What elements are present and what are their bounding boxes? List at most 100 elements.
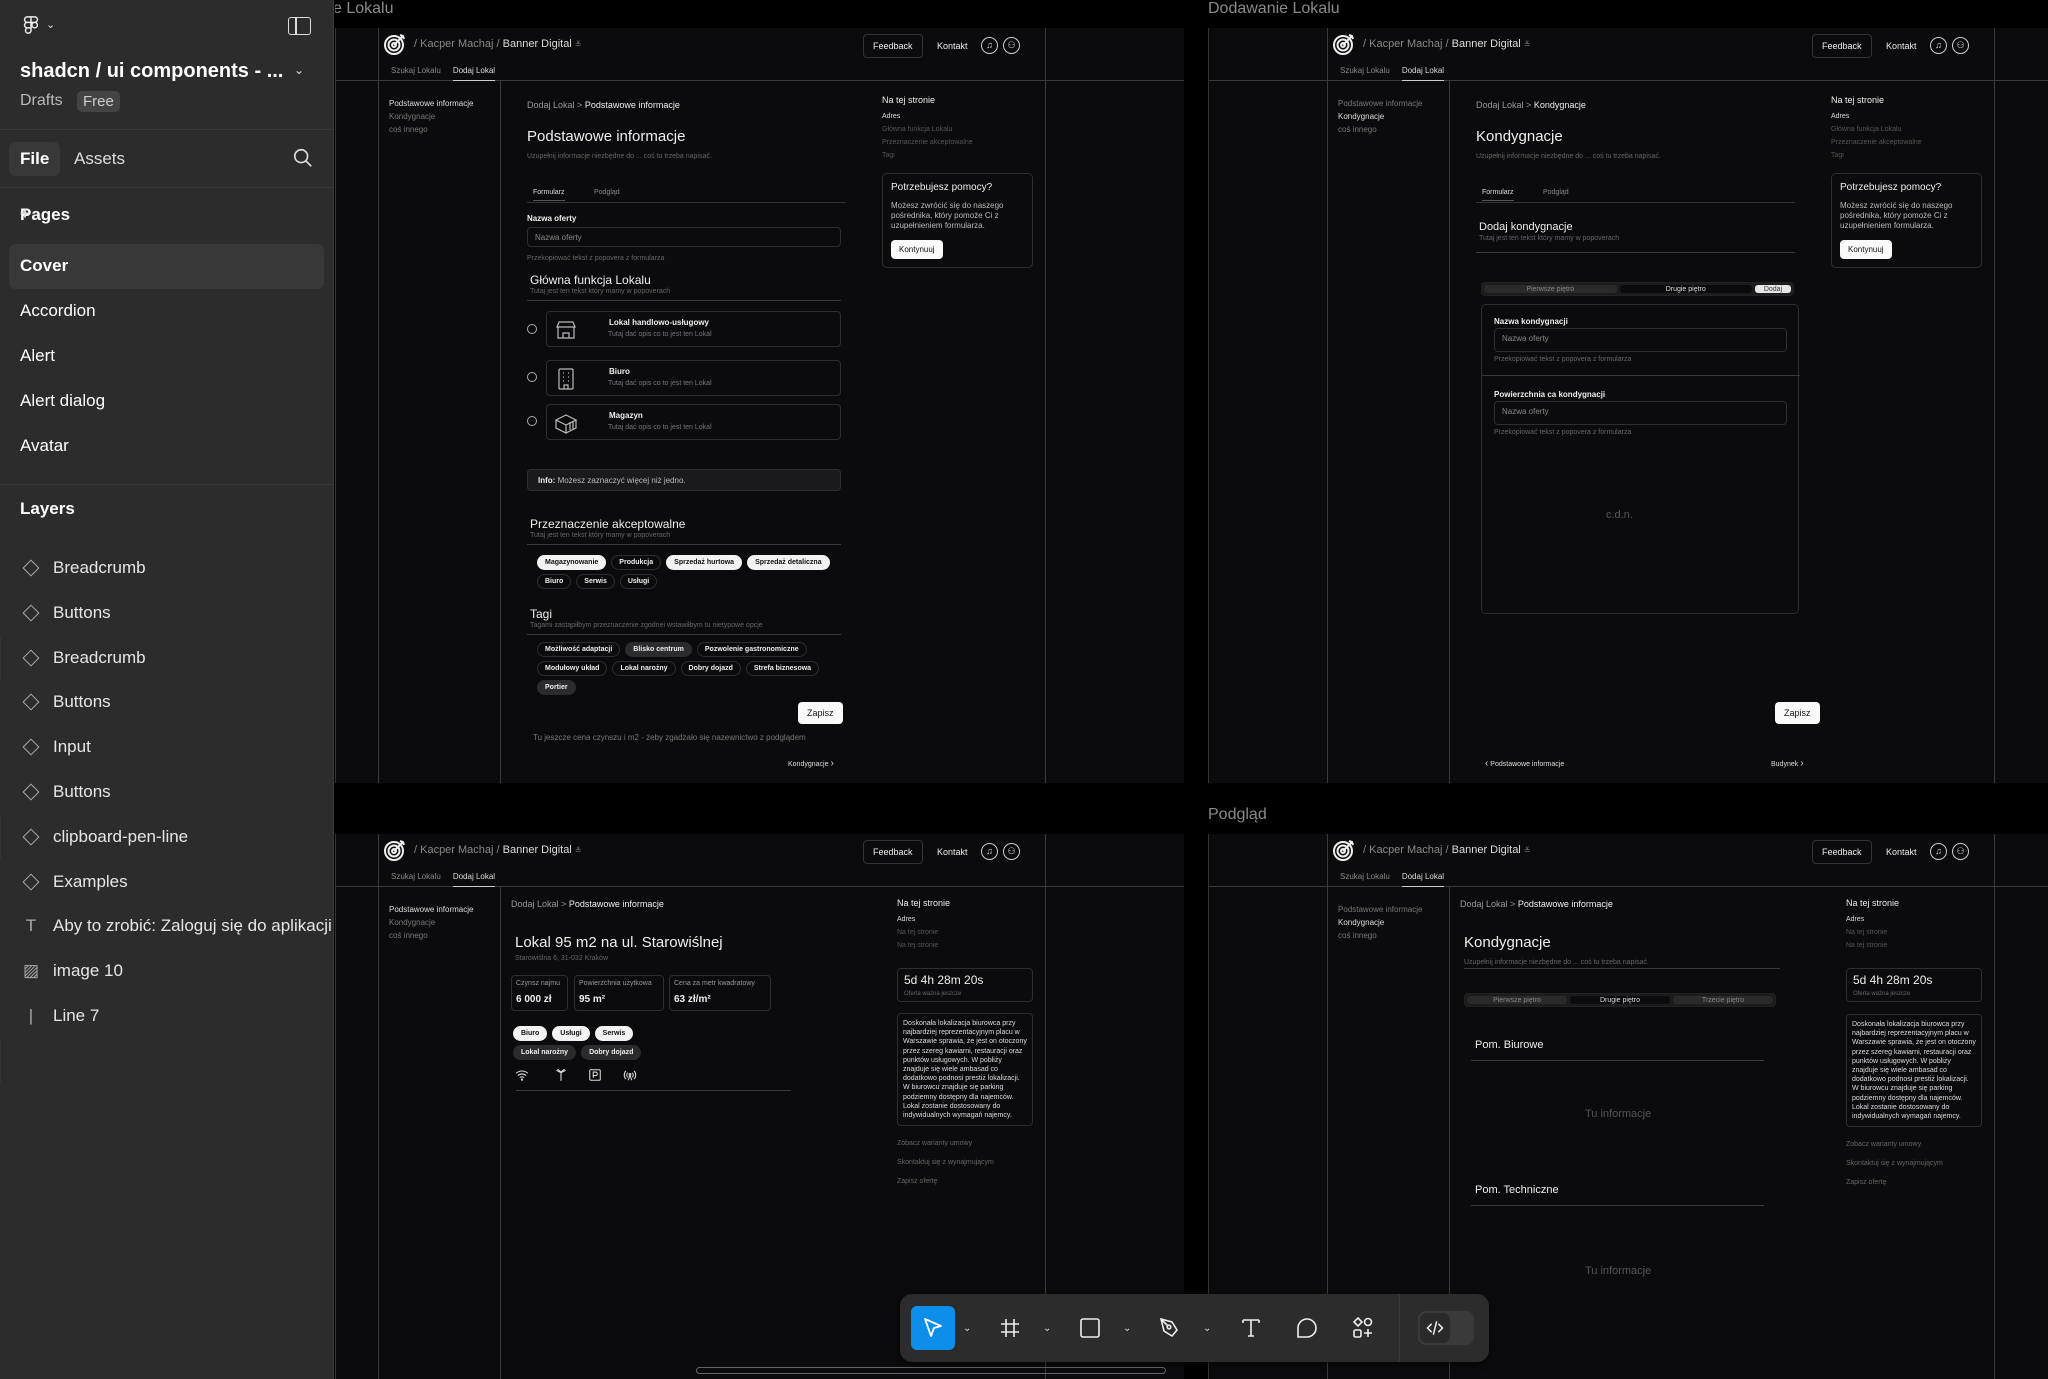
feedback-button[interactable]: Feedback: [1812, 840, 1872, 864]
actions-tool-button[interactable]: [1341, 1306, 1385, 1350]
nav-dodaj[interactable]: Dodaj Lokal: [1401, 66, 1445, 81]
chip[interactable]: Usługi: [552, 1026, 590, 1041]
workspace-breadcrumb[interactable]: / Kacper Machaj / Banner Digital ≚: [1363, 38, 1531, 50]
user-icon[interactable]: ⚇: [1952, 843, 1969, 860]
link-contact-owner[interactable]: Skontaktuj się z wynajmującym: [1846, 1160, 1943, 1167]
page-item[interactable]: Avatar: [9, 424, 324, 469]
feedback-button[interactable]: Feedback: [863, 34, 923, 58]
target-logo-icon[interactable]: [1332, 32, 1356, 56]
breadcrumb-root[interactable]: Dodaj Lokal: [1476, 100, 1524, 110]
nav-szukaj[interactable]: Szukaj Lokalu: [391, 66, 441, 75]
move-tool-chevron-icon[interactable]: ⌄: [963, 1323, 971, 1334]
main-menu-chevron-icon[interactable]: ⌄: [46, 18, 55, 31]
side-nav-item[interactable]: Kondygnacje: [389, 110, 473, 123]
side-nav-item[interactable]: Kondygnacje: [389, 916, 473, 929]
search-icon[interactable]: [292, 147, 314, 169]
layer-item[interactable]: Breadcrumb: [0, 546, 333, 591]
toc-item[interactable]: Adres: [1846, 913, 1899, 926]
nav-szukaj[interactable]: Szukaj Lokalu: [1340, 66, 1390, 75]
tab-file[interactable]: File: [9, 142, 61, 176]
chip[interactable]: Dobry dojazd: [680, 661, 741, 676]
layer-item[interactable]: | Line 7: [0, 994, 333, 1039]
toc-item[interactable]: Tagi: [882, 149, 973, 162]
floor-tab[interactable]: Pierwsze piętro: [1467, 996, 1567, 1004]
workspace-breadcrumb[interactable]: / Kacper Machaj / Banner Digital ≚: [1363, 844, 1531, 856]
radio-lokal-handlowy[interactable]: [527, 324, 537, 334]
shape-tool-chevron-icon[interactable]: ⌄: [1123, 1323, 1131, 1334]
side-nav-item[interactable]: Podstawowe informacje: [389, 903, 473, 916]
feedback-button[interactable]: Feedback: [863, 840, 923, 864]
feedback-button[interactable]: Feedback: [1812, 34, 1872, 58]
chip[interactable]: Sprzedaż detaliczna: [747, 555, 830, 570]
side-nav-item[interactable]: coś innego: [1338, 929, 1422, 942]
page-item[interactable]: Cover: [9, 244, 324, 289]
floor-tab[interactable]: Trzecie piętro: [1673, 996, 1773, 1004]
toc-item[interactable]: Główna funkcja Lokalu: [882, 123, 973, 136]
chip[interactable]: Strefa biznesowa: [745, 661, 820, 676]
nav-szukaj[interactable]: Szukaj Lokalu: [1340, 872, 1390, 881]
dev-mode-toggle[interactable]: [1418, 1311, 1474, 1345]
layers-list[interactable]: BreadcrumbButtons#Dodawanie LokaluBreadc…: [0, 546, 333, 1084]
kontakt-link[interactable]: Kontakt: [1886, 41, 1917, 51]
floor-tab[interactable]: Drugie piętro: [1570, 996, 1670, 1004]
option-card[interactable]: Lokal handlowo-usługowy Tutaj dać opis c…: [546, 311, 841, 347]
continue-button[interactable]: Kontynuuj: [891, 240, 943, 259]
chip[interactable]: Modułowy układ: [537, 661, 608, 676]
user-icon[interactable]: ⚇: [1003, 843, 1020, 860]
layer-item[interactable]: Examples: [0, 860, 333, 905]
chip[interactable]: Magazynowanie: [537, 555, 607, 570]
floor-tab[interactable]: Pierwsze piętro: [1484, 285, 1617, 293]
layer-item[interactable]: Buttons: [0, 680, 333, 725]
frame-label[interactable]: e Lokalu: [335, 0, 394, 18]
toc-item[interactable]: Adres: [882, 110, 973, 123]
kontakt-link[interactable]: Kontakt: [937, 847, 968, 857]
bell-icon[interactable]: ♫: [1930, 37, 1947, 54]
frame-tool-button[interactable]: [988, 1306, 1032, 1350]
chip[interactable]: Pozwolenie gastronomiczne: [696, 642, 807, 657]
bell-icon[interactable]: ♫: [981, 37, 998, 54]
next-link[interactable]: Budynek ›: [1771, 758, 1804, 769]
nav-dodaj[interactable]: Dodaj Lokal: [1401, 872, 1445, 887]
chip[interactable]: Portier: [537, 680, 576, 695]
side-nav-item[interactable]: Podstawowe informacje: [389, 97, 473, 110]
chip[interactable]: Możliwość adaptacji: [537, 642, 621, 657]
workspace-breadcrumb[interactable]: / Kacper Machaj / Banner Digital ≚: [414, 38, 582, 50]
file-title[interactable]: shadcn / ui components - ...: [20, 60, 283, 83]
toc-item[interactable]: Przeznaczenie akceptowalne: [882, 136, 973, 149]
link-save-offer[interactable]: Zapisz ofertę: [897, 1178, 937, 1185]
toc-item[interactable]: Adres: [897, 913, 950, 926]
side-nav-item[interactable]: coś innego: [389, 123, 473, 136]
toc-item[interactable]: Na tej stronie: [1846, 939, 1899, 952]
link-contract-variants[interactable]: Zobacz warianty umowy: [1846, 1141, 1921, 1148]
tab-podglad[interactable]: Podgląd: [594, 189, 620, 196]
toc-item[interactable]: Adres: [1831, 110, 1922, 123]
comment-tool-button[interactable]: [1285, 1306, 1329, 1350]
layer-item[interactable]: ▨ image 10: [0, 949, 333, 994]
toc-item[interactable]: Na tej stronie: [897, 926, 950, 939]
tab-assets[interactable]: Assets: [63, 142, 136, 176]
chip[interactable]: Usługi: [619, 574, 658, 589]
target-logo-icon[interactable]: [383, 32, 407, 56]
side-nav-item[interactable]: Kondygnacje: [1338, 916, 1422, 929]
nav-dodaj[interactable]: Dodaj Lokal: [452, 872, 496, 887]
bell-icon[interactable]: ♫: [1930, 843, 1947, 860]
side-nav-item[interactable]: coś innego: [1338, 123, 1422, 136]
layer-item[interactable]: #Loading: [0, 1038, 1, 1084]
side-nav-item[interactable]: Kondygnacje: [1338, 110, 1422, 123]
tab-formularz[interactable]: Formularz: [533, 189, 565, 201]
bell-icon[interactable]: ♫: [981, 843, 998, 860]
chip[interactable]: Blisko centrum: [625, 642, 692, 657]
tab-formularz[interactable]: Formularz: [1482, 189, 1514, 201]
project-location[interactable]: Drafts: [20, 92, 63, 110]
breadcrumb-root[interactable]: Dodaj Lokal: [1460, 899, 1508, 909]
figma-logo-icon[interactable]: [20, 15, 42, 37]
frame-label[interactable]: Dodawanie Lokalu: [1208, 0, 1340, 18]
user-icon[interactable]: ⚇: [1952, 37, 1969, 54]
floor-name-input[interactable]: Nazwa oferty: [1494, 328, 1787, 352]
link-save-offer[interactable]: Zapisz ofertę: [1846, 1179, 1886, 1186]
file-menu-chevron-icon[interactable]: ⌄: [294, 63, 304, 77]
pen-tool-chevron-icon[interactable]: ⌄: [1203, 1323, 1211, 1334]
radio-magazyn[interactable]: [527, 416, 537, 426]
page-item[interactable]: Alert dialog: [9, 379, 324, 424]
option-card[interactable]: Magazyn Tutaj dać opis co to jest ten Lo…: [546, 404, 841, 440]
